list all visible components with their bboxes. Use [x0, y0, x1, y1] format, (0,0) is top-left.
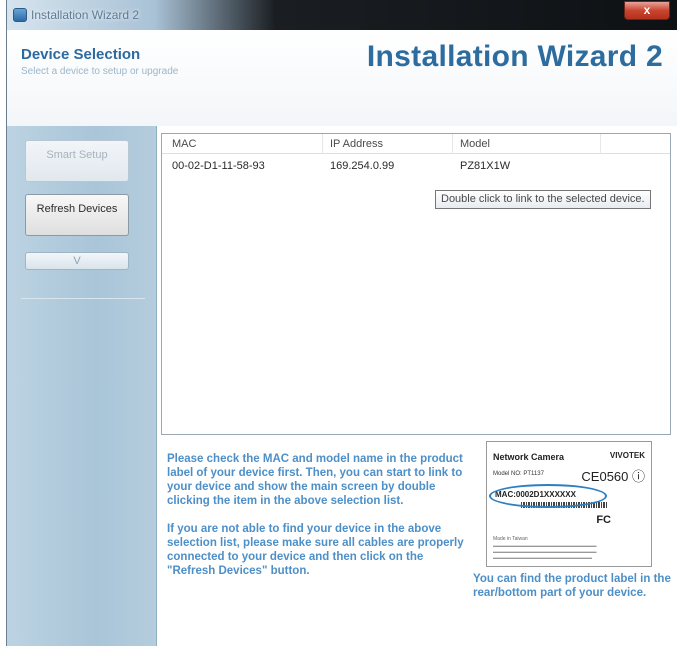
sidebar-divider [21, 298, 145, 299]
sidebar: Smart Setup Refresh Devices V [7, 126, 157, 646]
close-button[interactable]: x [624, 1, 670, 20]
instruction-paragraph: Please check the MAC and model name in t… [167, 453, 463, 507]
device-list-header: MAC IP Address Model [162, 134, 670, 154]
cell-ip-address: 169.254.0.99 [330, 160, 395, 172]
instructions: Please check the MAC and model name in t… [167, 452, 465, 592]
installation-wizard-window: Installation Wizard 2 x Device Selection… [6, 0, 677, 646]
column-separator [322, 134, 323, 154]
product-label-image: Network Camera VIVOTEK Model NO: PT1137 … [486, 441, 652, 567]
label-title: Network Camera [493, 452, 565, 462]
table-row[interactable]: 00-02-D1-11-58-93 169.254.0.99 PZ81X1W [162, 158, 670, 176]
brand-logo: VIVOTEK [609, 451, 645, 460]
mac-highlight-oval [489, 484, 607, 508]
column-separator [600, 134, 601, 154]
refresh-devices-button[interactable]: Refresh Devices [25, 194, 129, 236]
device-list[interactable]: MAC IP Address Model 00-02-D1-11-58-93 1… [161, 133, 671, 435]
v-button[interactable]: V [25, 252, 129, 270]
label-fine-print: ▬▬▬▬▬▬▬▬▬▬▬▬▬▬▬▬▬▬▬▬▬▬▬ ▬▬▬▬▬▬▬▬▬▬▬▬▬▬▬▬▬… [493, 543, 597, 560]
window-title: Installation Wizard 2 [31, 8, 140, 22]
cell-mac: 00-02-D1-11-58-93 [172, 160, 265, 172]
label-model: Model NO: PT1137 [493, 471, 544, 477]
label-caption: You can find the product label in the re… [473, 573, 671, 599]
fc-mark: FC [596, 514, 611, 526]
page-subtitle: Select a device to setup or upgrade [21, 66, 179, 77]
smart-setup-button[interactable]: Smart Setup [25, 140, 129, 182]
instruction-paragraph: If you are not able to find your device … [167, 523, 464, 577]
column-header-ip-address[interactable]: IP Address [330, 138, 383, 150]
column-separator [452, 134, 453, 154]
title-bar[interactable]: Installation Wizard 2 x [7, 0, 677, 30]
tooltip: Double click to link to the selected dev… [435, 190, 651, 209]
column-header-mac[interactable]: MAC [172, 138, 196, 150]
ce-mark: CE0560 ⓘ [581, 469, 645, 484]
wizard-title: Installation Wizard 2 [366, 40, 663, 73]
page-title: Device Selection [21, 46, 141, 63]
cell-model: PZ81X1W [460, 160, 511, 172]
label-origin: Made in Taiwan [493, 536, 528, 542]
app-icon [13, 8, 27, 22]
column-header-model[interactable]: Model [460, 138, 490, 150]
